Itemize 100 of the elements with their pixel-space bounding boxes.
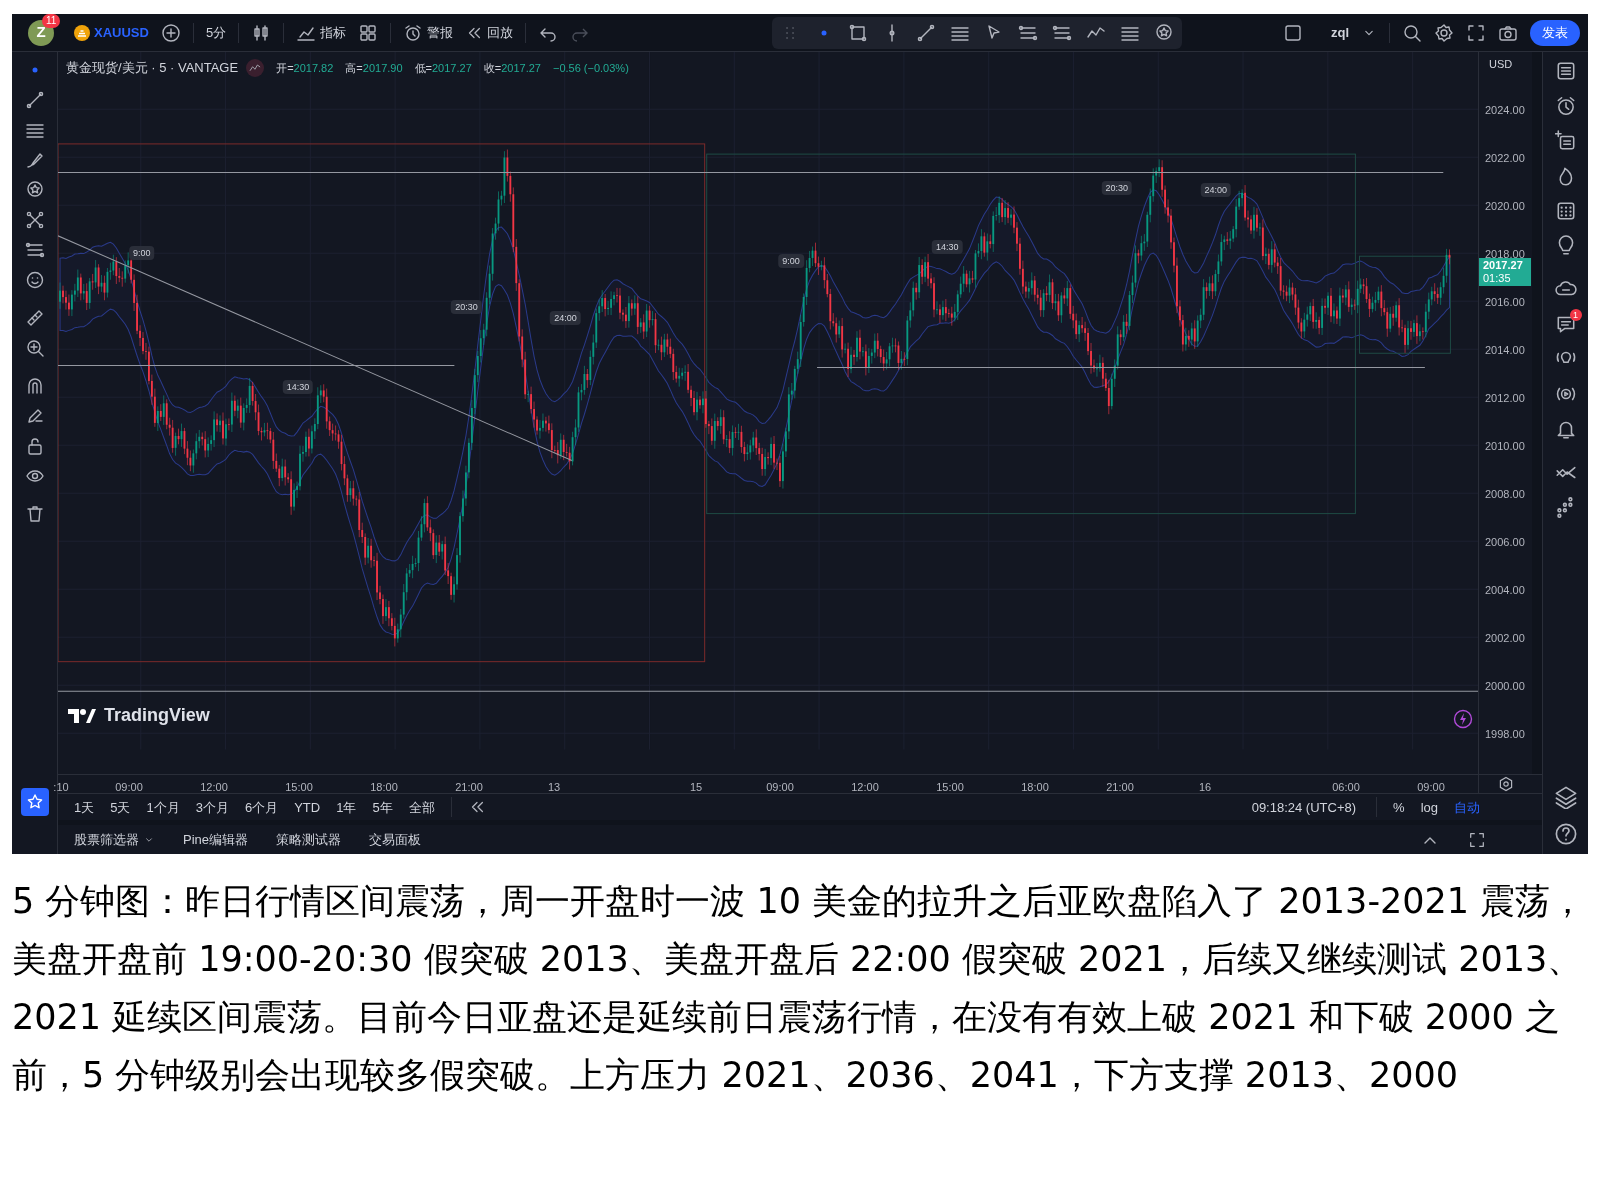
alert-button[interactable]: 警报 (403, 22, 454, 43)
range-button[interactable]: 全部 (408, 797, 435, 818)
countdown-timer: 01:35 (1483, 272, 1512, 285)
settings-icon[interactable] (1434, 22, 1454, 43)
layout-icon[interactable] (1282, 22, 1303, 43)
range-button[interactable]: 3个月 (195, 797, 229, 818)
clock-text: 09:18:24 (UTC+8) (1251, 798, 1357, 817)
panel-tab[interactable]: 股票筛选器 (74, 829, 155, 850)
price-tick: 2012.00 (1485, 390, 1525, 406)
settings-icon[interactable] (1497, 776, 1514, 793)
price-tick: 2020.00 (1485, 198, 1525, 214)
time-label: 14:30 (282, 379, 314, 394)
percent-button[interactable]: % (1393, 797, 1405, 818)
help-icon[interactable] (1553, 822, 1578, 846)
range-button[interactable]: YTD (294, 797, 321, 818)
maximize-icon[interactable] (1468, 830, 1486, 849)
last-price: 2017.27 (1483, 259, 1524, 272)
trend-line-icon[interactable] (916, 22, 937, 43)
price-tick: 2006.00 (1485, 534, 1525, 550)
smiley-icon[interactable] (24, 270, 45, 290)
search-icon[interactable] (1402, 22, 1422, 43)
price-tick: 2022.00 (1485, 150, 1525, 166)
replay-button[interactable]: 回放 (465, 22, 514, 43)
range-button[interactable]: 1年 (336, 797, 357, 818)
panel-tab[interactable]: Pine编辑器 (183, 829, 249, 850)
price-tick: 2014.00 (1485, 342, 1525, 358)
rectangle-tool-icon[interactable] (848, 22, 869, 43)
time-tick: 15:00 (936, 780, 964, 795)
layers-icon[interactable] (1553, 785, 1578, 809)
ohlc-value: 2017.27 (501, 61, 541, 74)
ohlc-label: 收= (483, 61, 502, 74)
price-tick: 2000.00 (1485, 678, 1525, 694)
time-tick: 15 (689, 780, 703, 795)
time-tick: 21:00 (455, 780, 483, 795)
level-line[interactable] (58, 690, 1478, 692)
range-button[interactable]: 6个月 (244, 797, 279, 818)
add-list-icon[interactable] (1554, 130, 1577, 152)
symbol-button[interactable]: XAUUSD (74, 22, 149, 43)
range-box[interactable] (706, 153, 1356, 515)
logo-icon (68, 708, 96, 723)
range-button[interactable]: 1天 (74, 797, 95, 818)
notification-badge: 1 (1569, 309, 1582, 321)
coin-icon (74, 24, 90, 41)
star-pin-icon[interactable] (1154, 22, 1175, 43)
interval-button[interactable]: 5分 (205, 22, 227, 43)
ohlc-label: 高= (345, 61, 363, 74)
panel-tab[interactable]: 策略测试器 (276, 829, 342, 850)
range-box[interactable] (58, 143, 706, 663)
zoom-in-icon[interactable] (24, 338, 45, 358)
time-label: 24:00 (550, 311, 581, 326)
time-tick: 16 (1198, 780, 1212, 795)
add-symbol-icon[interactable] (160, 22, 181, 43)
indicators-button[interactable]: 指标 (296, 22, 347, 43)
time-label: 20:30 (451, 300, 482, 315)
time-label: 9:00 (778, 254, 804, 269)
price-tick: 2008.00 (1485, 486, 1525, 502)
price-tick: 2010.00 (1485, 438, 1525, 454)
time-label: 14:30 (932, 240, 963, 254)
favorites-button[interactable] (20, 788, 49, 816)
symbol-title: 黄金现货/美元 · 5 · VANTAGE (66, 59, 239, 77)
fib-levels-icon[interactable] (24, 240, 45, 260)
time-tick: 12:00 (200, 780, 228, 795)
time-tick: :10 (53, 780, 69, 795)
price-tick: 2002.00 (1485, 630, 1525, 646)
brand-name: TradingView (104, 704, 210, 727)
time-tick: 09:00 (766, 780, 794, 795)
range-button[interactable]: 1个月 (146, 797, 180, 818)
ohlc-value: 2017.82 (293, 61, 334, 74)
price-tick: 2018.00 (1485, 246, 1525, 261)
auto-scale-button[interactable]: 自动 (1454, 797, 1480, 818)
lightning-icon[interactable] (1453, 709, 1473, 729)
time-tick: 13 (547, 780, 561, 795)
level-line[interactable] (816, 367, 1426, 369)
layout-name-button[interactable]: zql (1330, 22, 1349, 43)
notification-badge: 11 (42, 13, 61, 28)
time-tick: 18:00 (370, 780, 398, 795)
currency-button[interactable]: USD (1489, 56, 1513, 73)
price-tick: 2024.00 (1485, 102, 1525, 118)
time-tick: 06:00 (1332, 780, 1360, 795)
time-tick: 18:00 (1021, 780, 1049, 795)
grid-icon[interactable] (358, 22, 379, 43)
range-button[interactable]: 5天 (110, 797, 131, 818)
pattern-icon[interactable] (24, 210, 45, 230)
log-button[interactable]: log (1420, 797, 1438, 818)
time-tick: 15:00 (285, 780, 313, 795)
time-label: 9:00 (128, 246, 155, 261)
publish-button[interactable]: 发表 (1530, 19, 1580, 46)
ohlc-value: 2017.90 (362, 61, 403, 74)
wave-icon (249, 61, 262, 74)
star-pin-icon[interactable] (24, 180, 45, 200)
ohlc-value: 2017.27 (432, 61, 472, 74)
range-box[interactable] (1359, 255, 1451, 354)
time-tick: 21:00 (1106, 780, 1134, 795)
panel-tab[interactable]: 交易面板 (369, 829, 422, 850)
range-button[interactable]: 5年 (372, 797, 393, 818)
trash-icon[interactable] (24, 504, 45, 524)
trend-line-icon[interactable] (24, 90, 45, 110)
fullscreen-icon[interactable] (1466, 22, 1486, 43)
time-label: 24:00 (1200, 182, 1232, 197)
article-paragraph: 5 分钟图：昨日行情区间震荡，周一开盘时一波 10 美金的拉升之后亚欧盘陷入了 2013-2021 震荡，美盘开盘前 19:00-20:30 假突破 2013、美盘开盘后 22:00 假突破 2021，后续又继续测试 2013、2021 延续区间震荡。目前今日亚盘还是延续前日震荡行情，在没有有效上破 2021 和下破 2000 之前，5 分钟级别会出现较多假突破。上方压力 2021、2036、2041，下方支撑 2013、2000 (11, 880, 1587, 1097)
